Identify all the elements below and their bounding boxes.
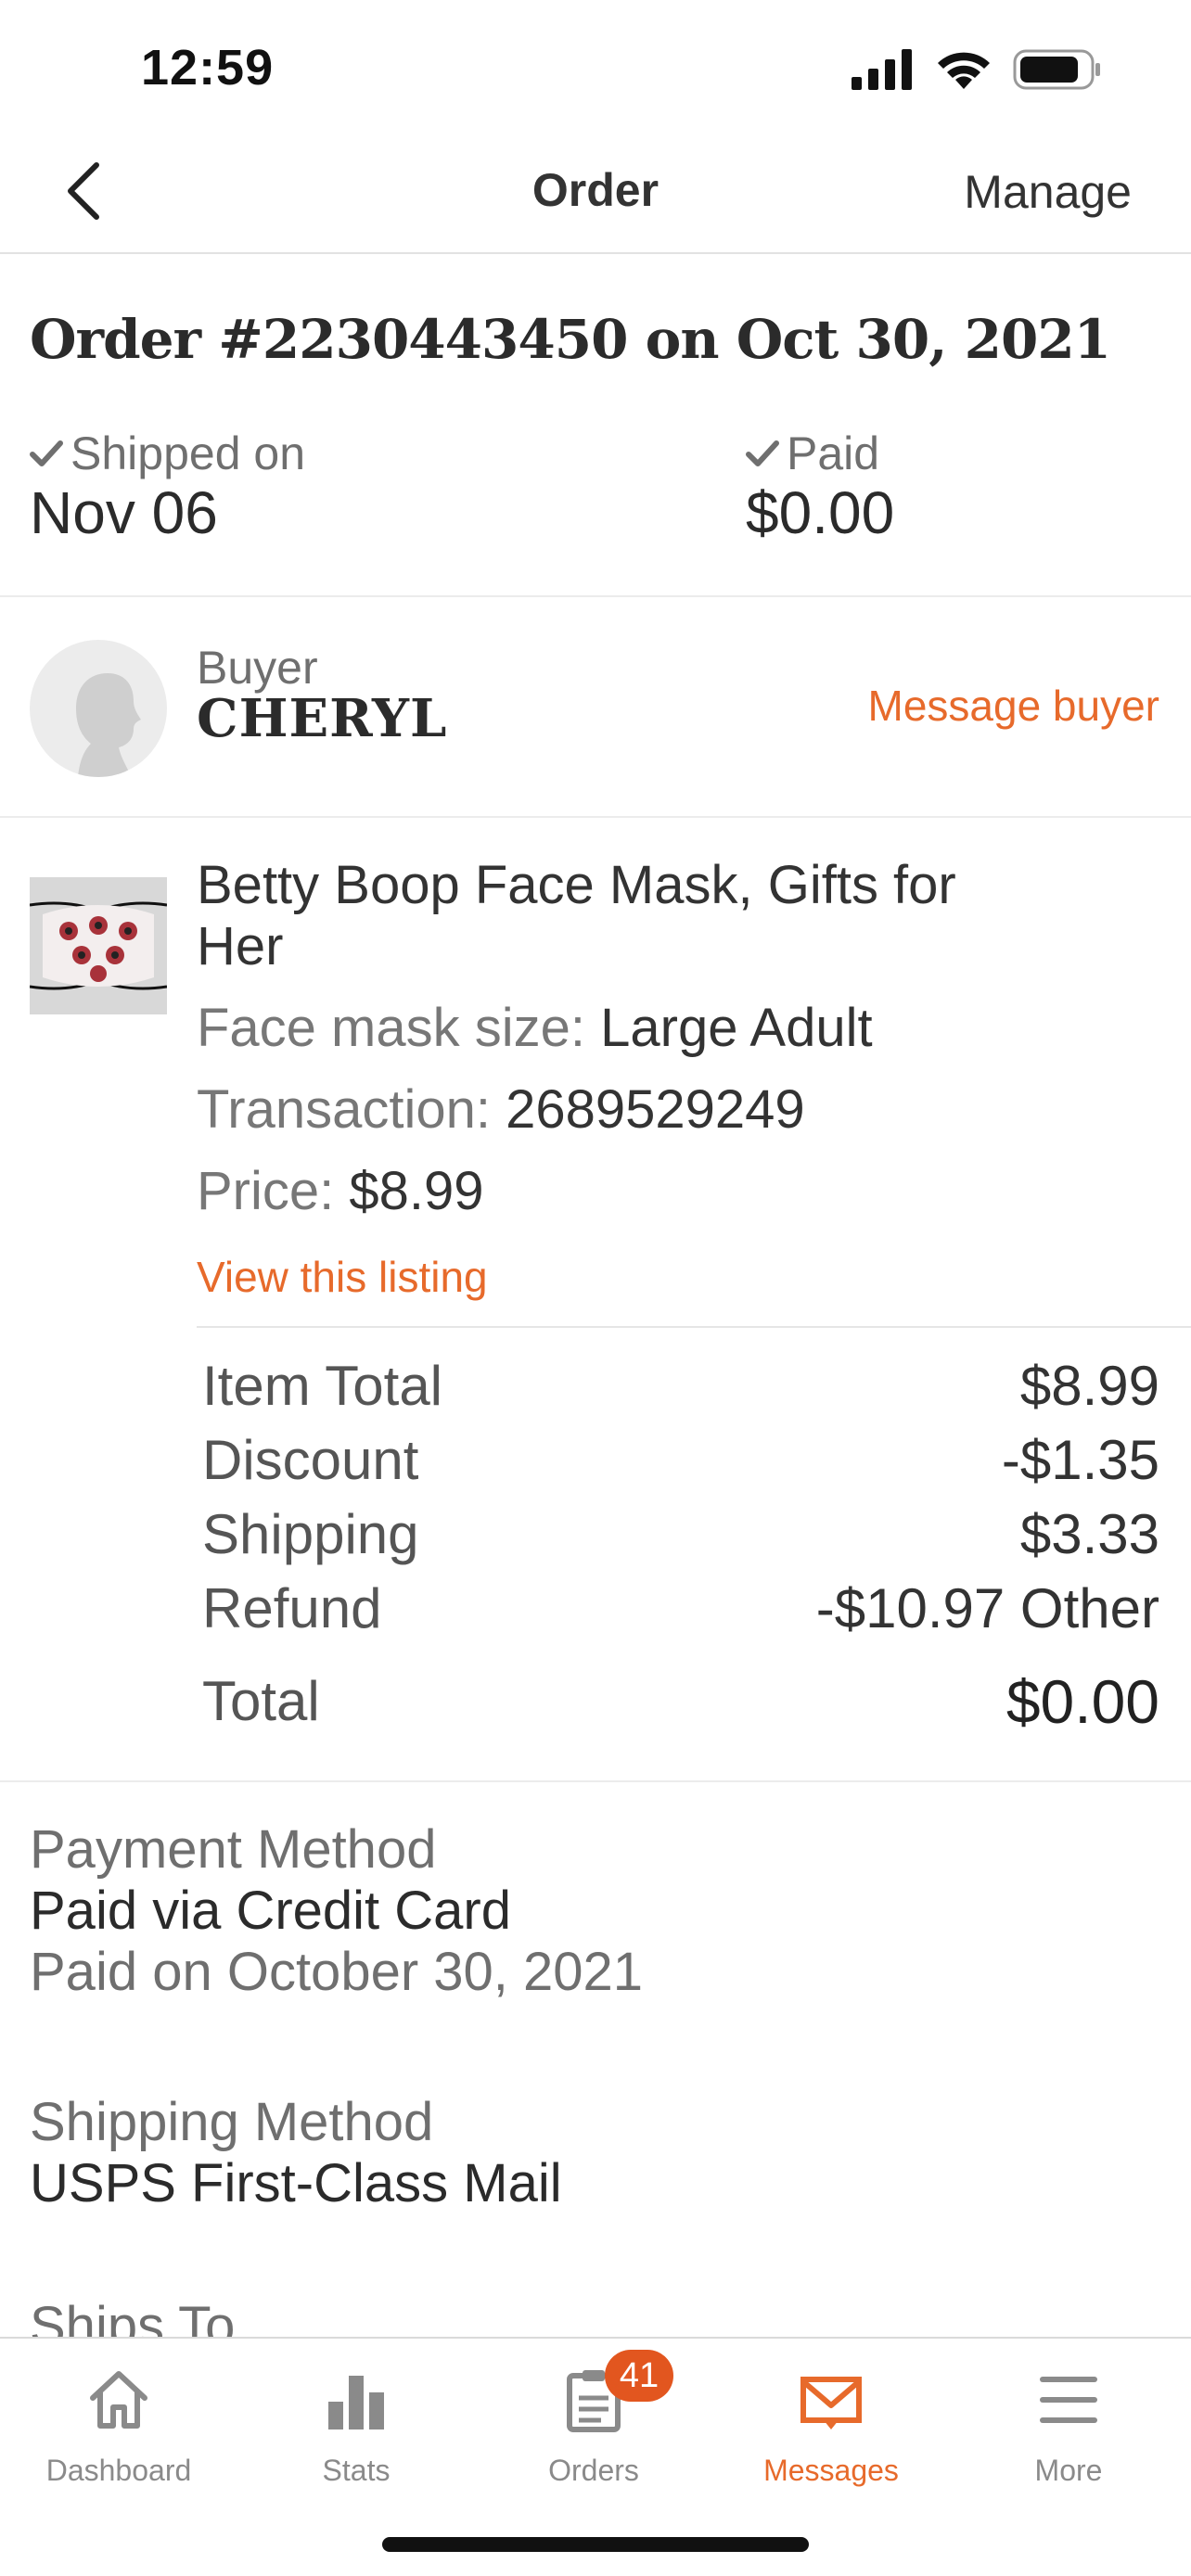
total-row-item-total: Item Total $8.99	[202, 1354, 1159, 1419]
buyer-name: CHERYL	[197, 688, 448, 749]
status-icons	[852, 48, 1102, 91]
row-label: Item Total	[202, 1355, 443, 1417]
divider	[197, 1326, 1191, 1328]
person-silhouette-icon	[76, 673, 141, 777]
row-label: Discount	[202, 1429, 419, 1491]
buyer-label: Buyer	[197, 642, 318, 694]
orders-badge: 41	[605, 2350, 673, 2402]
price-value: $8.99	[349, 1161, 484, 1221]
total-row-grand: Total $0.00	[202, 1669, 1159, 1734]
item-transaction: Transaction: 2689529249	[197, 1079, 805, 1141]
item-size: Face mask size: Large Adult	[197, 998, 873, 1059]
tab-messages[interactable]: Messages	[712, 2363, 950, 2502]
order-title: Order #2230443450 on Oct 30, 2021	[30, 308, 1111, 371]
message-buyer-link[interactable]: Message buyer	[868, 681, 1160, 731]
tab-label: Dashboard	[45, 2454, 192, 2487]
item-title[interactable]: Betty Boop Face Mask, Gifts for Her	[197, 855, 994, 977]
payment-method-value: Paid via Credit Card	[30, 1881, 511, 1941]
row-value: -$10.97 Other	[815, 1577, 1159, 1639]
tab-dashboard[interactable]: Dashboard	[0, 2363, 237, 2502]
tab-label: More	[1034, 2454, 1103, 2487]
paid-status: Paid $0.00	[746, 427, 894, 545]
shipping-method-value: USPS First-Class Mail	[30, 2153, 562, 2213]
menu-icon	[1031, 2363, 1106, 2437]
total-value: $0.00	[1005, 1667, 1159, 1736]
cellular-signal-icon	[852, 49, 912, 90]
home-indicator	[382, 2537, 809, 2552]
transaction-label: Transaction:	[197, 1079, 491, 1140]
checkmark-icon	[30, 440, 63, 466]
tab-label: Messages	[763, 2454, 899, 2487]
total-row-discount: Discount -$1.35	[202, 1428, 1159, 1493]
clipboard-icon: 41	[557, 2350, 673, 2437]
checkmark-icon	[746, 440, 779, 466]
paid-amount: $0.00	[746, 479, 895, 546]
total-label: Total	[202, 1670, 320, 1732]
total-row-shipping: Shipping $3.33	[202, 1502, 1159, 1567]
row-label: Shipping	[202, 1503, 419, 1565]
price-label: Price:	[197, 1161, 335, 1221]
nav-bar: Order Manage	[0, 139, 1191, 254]
tab-label: Orders	[548, 2454, 639, 2487]
size-label: Face mask size:	[197, 998, 585, 1058]
shipped-status: Shipped on Nov 06	[30, 427, 305, 545]
paid-label: Paid	[787, 427, 880, 479]
status-time: 12:59	[141, 40, 275, 96]
envelope-icon	[794, 2363, 868, 2437]
avatar[interactable]	[30, 640, 167, 777]
payment-method-label: Payment Method	[30, 1819, 437, 1880]
tab-more[interactable]: More	[950, 2363, 1187, 2502]
row-label: Refund	[202, 1577, 382, 1639]
home-icon	[82, 2363, 156, 2437]
manage-button[interactable]: Manage	[964, 165, 1132, 219]
face-mask-image	[30, 877, 167, 1014]
item-thumbnail[interactable]	[30, 877, 167, 1014]
bar-chart-icon	[319, 2363, 393, 2437]
row-value: -$1.35	[1001, 1429, 1159, 1491]
tab-label: Stats	[322, 2454, 391, 2487]
tab-stats[interactable]: Stats	[237, 2363, 475, 2502]
wifi-icon	[938, 52, 990, 89]
shipped-label: Shipped on	[70, 427, 306, 479]
total-row-refund: Refund -$10.97 Other	[202, 1576, 1159, 1641]
view-listing-link[interactable]: View this listing	[197, 1252, 488, 1302]
payment-date: Paid on October 30, 2021	[30, 1942, 644, 2002]
divider	[0, 816, 1191, 818]
transaction-value: 2689529249	[506, 1079, 805, 1140]
tab-orders[interactable]: 41 Orders	[475, 2350, 712, 2502]
status-bar: 12:59	[0, 0, 1191, 139]
shipping-method-label: Shipping Method	[30, 2092, 434, 2152]
item-price: Price: $8.99	[197, 1161, 484, 1222]
divider	[0, 1780, 1191, 1782]
battery-icon	[1013, 49, 1100, 90]
shipped-date: Nov 06	[30, 479, 218, 546]
row-value: $3.33	[1019, 1503, 1159, 1565]
size-value: Large Adult	[600, 998, 873, 1058]
row-value: $8.99	[1019, 1355, 1159, 1417]
divider	[0, 595, 1191, 597]
